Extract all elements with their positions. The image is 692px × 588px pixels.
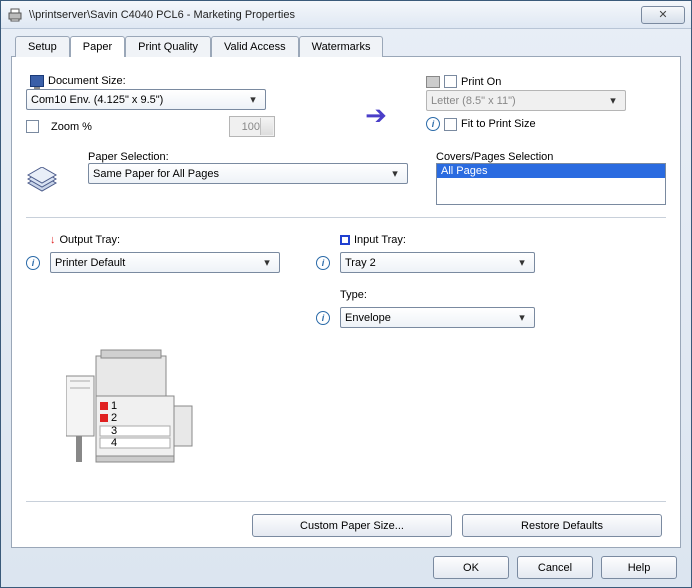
svg-text:4: 4 xyxy=(111,437,117,449)
svg-text:3: 3 xyxy=(111,425,117,437)
chevron-down-icon: ▾ xyxy=(259,256,275,269)
covers-selected[interactable]: All Pages xyxy=(437,164,665,178)
chevron-down-icon: ▾ xyxy=(245,93,261,106)
chevron-down-icon: ▾ xyxy=(605,94,621,107)
covers-label: Covers/Pages Selection xyxy=(436,151,553,163)
paper-panel: Document Size: Com10 Env. (4.125" x 9.5"… xyxy=(11,56,681,548)
arrow-down-red-icon: ↓ xyxy=(50,234,56,246)
print-on-label: Print On xyxy=(461,76,501,88)
paper-stack-icon xyxy=(26,167,58,200)
printer-icon xyxy=(7,7,23,23)
zoom-spinner: 100 xyxy=(229,116,275,137)
info-icon[interactable]: i xyxy=(426,117,440,131)
printer-illustration: 1 2 3 4 xyxy=(66,346,206,476)
type-combo[interactable]: Envelope ▾ xyxy=(340,307,535,328)
paper-selection-label: Paper Selection: xyxy=(88,151,169,163)
divider xyxy=(26,501,666,502)
document-size-value: Com10 Env. (4.125" x 9.5") xyxy=(31,94,163,106)
type-label: Type: xyxy=(340,289,367,301)
properties-dialog: \\printserver\Savin C4040 PCL6 - Marketi… xyxy=(0,0,692,588)
zoom-checkbox[interactable] xyxy=(26,120,39,133)
content-area: Setup Paper Print Quality Valid Access W… xyxy=(1,29,691,587)
fit-checkbox[interactable] xyxy=(444,118,457,131)
output-tray-combo[interactable]: Printer Default ▾ xyxy=(50,252,280,273)
square-blue-icon xyxy=(340,235,350,245)
titlebar: \\printserver\Savin C4040 PCL6 - Marketi… xyxy=(1,1,691,29)
paper-selection-combo[interactable]: Same Paper for All Pages ▾ xyxy=(88,163,408,184)
print-on-value: Letter (8.5" x 11") xyxy=(431,95,516,107)
tab-print-quality[interactable]: Print Quality xyxy=(125,36,211,57)
output-tray-label: Output Tray: xyxy=(60,234,121,246)
chevron-down-icon: ▾ xyxy=(514,256,530,269)
tab-watermarks[interactable]: Watermarks xyxy=(299,36,384,57)
tab-setup[interactable]: Setup xyxy=(15,36,70,57)
arrow-right-icon: ➔ xyxy=(365,100,387,131)
input-tray-label: Input Tray: xyxy=(354,234,406,246)
output-tray-value: Printer Default xyxy=(55,257,125,269)
svg-text:1: 1 xyxy=(111,400,117,412)
print-on-checkbox[interactable] xyxy=(444,75,457,88)
info-icon[interactable]: i xyxy=(26,256,40,270)
dialog-footer: OK Cancel Help xyxy=(11,548,681,579)
svg-text:2: 2 xyxy=(111,412,117,424)
info-icon[interactable]: i xyxy=(316,311,330,325)
monitor-icon xyxy=(30,75,44,87)
document-size-combo[interactable]: Com10 Env. (4.125" x 9.5") ▾ xyxy=(26,89,266,110)
input-tray-combo[interactable]: Tray 2 ▾ xyxy=(340,252,535,273)
input-tray-value: Tray 2 xyxy=(345,257,376,269)
cancel-button[interactable]: Cancel xyxy=(517,556,593,579)
info-icon[interactable]: i xyxy=(316,256,330,270)
help-button[interactable]: Help xyxy=(601,556,677,579)
chevron-down-icon: ▾ xyxy=(387,167,403,180)
tab-valid-access[interactable]: Valid Access xyxy=(211,36,299,57)
covers-listbox[interactable]: All Pages xyxy=(436,163,666,205)
fit-label: Fit to Print Size xyxy=(461,118,536,130)
restore-defaults-button[interactable]: Restore Defaults xyxy=(462,514,662,537)
tab-strip: Setup Paper Print Quality Valid Access W… xyxy=(15,35,681,56)
paper-selection-value: Same Paper for All Pages xyxy=(93,168,219,180)
printer-small-icon xyxy=(426,76,440,88)
close-icon: ✕ xyxy=(658,8,667,21)
zoom-label: Zoom % xyxy=(51,121,221,133)
tab-paper[interactable]: Paper xyxy=(70,36,125,57)
window-title: \\printserver\Savin C4040 PCL6 - Marketi… xyxy=(29,9,641,21)
close-button[interactable]: ✕ xyxy=(641,6,685,24)
custom-paper-size-button[interactable]: Custom Paper Size... xyxy=(252,514,452,537)
chevron-down-icon: ▾ xyxy=(514,311,530,324)
document-size-label: Document Size: xyxy=(48,75,126,87)
divider xyxy=(26,217,666,218)
type-value: Envelope xyxy=(345,312,391,324)
print-on-combo: Letter (8.5" x 11") ▾ xyxy=(426,90,626,111)
ok-button[interactable]: OK xyxy=(433,556,509,579)
